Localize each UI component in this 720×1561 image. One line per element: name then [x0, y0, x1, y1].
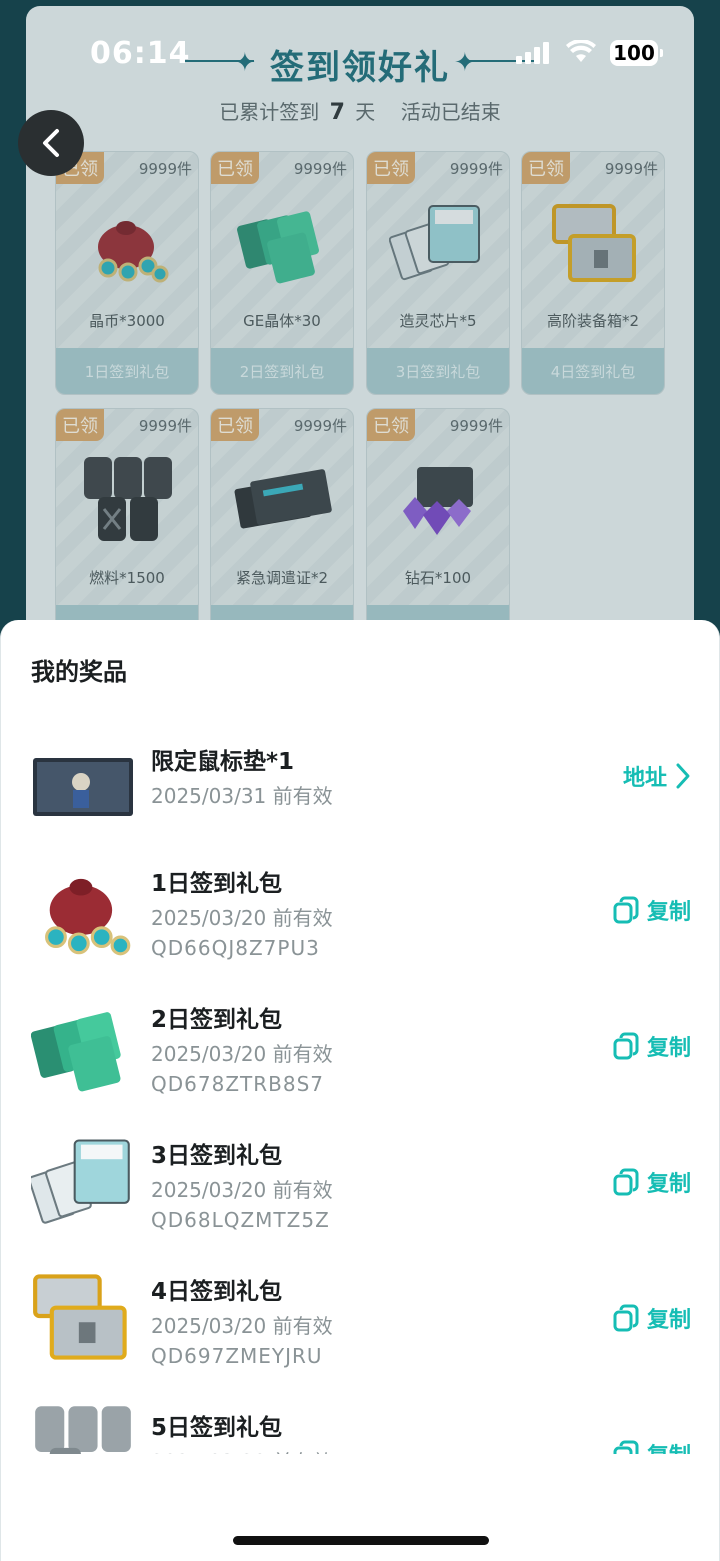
prize-item: 3日签到礼包 2025/03/20 前有效 QD68LQZMTZ5Z 复制	[1, 1128, 719, 1248]
reward-name: GE晶体*30	[243, 312, 321, 330]
claimed-badge: 已领	[367, 409, 415, 441]
reward-name: 造灵芯片*5	[399, 312, 477, 330]
redeem-code: QD66QJ8Z7PU3	[151, 936, 320, 960]
crystal-card-icon	[31, 1012, 121, 1092]
copy-label: 复制	[646, 1308, 691, 1333]
copy-icon	[613, 1032, 639, 1060]
equipment-box-icon	[33, 1274, 127, 1360]
stock-label: 9999件	[604, 160, 658, 178]
prize-name: 2日签到礼包	[151, 1007, 283, 1033]
reward-card-day7[interactable]: 已领 9999件 钻石*100	[366, 408, 510, 652]
reward-footer: 3日签到礼包	[367, 348, 509, 394]
chevron-left-icon	[43, 129, 59, 157]
reward-card-day3[interactable]: 已领 9999件 造灵芯片*5 3日签到礼包	[366, 151, 510, 395]
prize-expiry: 2025/03/20 前有效	[151, 906, 333, 930]
reward-name: 钻石*100	[404, 569, 472, 587]
prize-name: 限定鼠标垫*1	[151, 749, 295, 775]
redeem-code: QD678ZTRB8S7	[151, 1072, 324, 1096]
home-indicator[interactable]	[233, 1536, 489, 1545]
stock-label: 9999件	[449, 160, 503, 178]
address-label: 地址	[622, 766, 667, 791]
status-bar: 06:14 100	[0, 0, 720, 110]
prize-name: 5日签到礼包	[151, 1415, 283, 1441]
back-button[interactable]	[18, 110, 84, 176]
reward-card-day5[interactable]: 已领 9999件 燃料*1500	[55, 408, 199, 652]
stock-label: 9999件	[138, 417, 192, 435]
prize-expiry: 2025/03/20 前有效	[151, 1314, 333, 1338]
prize-item: 4日签到礼包 2025/03/20 前有效 QD697ZMEYJRU 复制	[1, 1264, 719, 1384]
crystal-card-icon	[237, 211, 319, 284]
copy-label: 复制	[647, 1438, 691, 1454]
claimed-badge: 已领	[56, 409, 104, 441]
prize-expiry: 2025/03/20 前有效	[151, 1042, 333, 1066]
fuel-barrel-icon	[84, 457, 172, 541]
copy-button[interactable]: 复制	[613, 1166, 691, 1198]
reward-name: 燃料*1500	[89, 569, 165, 587]
reward-card-day6[interactable]: 已领 9999件 紧急调遣证*2	[210, 408, 354, 652]
status-time: 06:14	[90, 36, 191, 71]
mousepad-icon	[33, 758, 133, 816]
battery-icon: 100	[610, 40, 663, 66]
copy-label: 复制	[646, 900, 691, 925]
prize-expiry: 2025/03/20 前有效	[151, 1178, 333, 1202]
chevron-right-icon	[676, 763, 690, 789]
claimed-badge: 已领	[522, 152, 570, 184]
reward-card-day1[interactable]: 已领 9999件 晶币*3000 1日签到礼包	[55, 151, 199, 395]
copy-label: 复制	[646, 1172, 691, 1197]
copy-button[interactable]: 复制	[613, 1438, 691, 1454]
reward-footer: 1日签到礼包	[56, 348, 198, 394]
fuel-barrel-icon	[35, 1406, 131, 1454]
prize-item: 1日签到礼包 2025/03/20 前有效 QD66QJ8Z7PU3 复制	[1, 856, 719, 976]
my-prizes-sheet: 我的奖品 限定鼠标垫*1 2025/03/31 前有效 地址 1日签到礼包 20…	[0, 620, 720, 1561]
coin-bag-icon	[45, 878, 131, 956]
redeem-code: QD68LQZMTZ5Z	[151, 1208, 330, 1232]
claimed-badge: 已领	[367, 152, 415, 184]
sheet-title: 我的奖品	[31, 658, 127, 686]
reward-footer: 2日签到礼包	[211, 348, 353, 394]
prize-expiry: 2025/03/31 前有效	[151, 784, 333, 808]
address-button[interactable]: 地址	[623, 760, 691, 792]
prize-item: 5日签到礼包 2025/03/20 前有效 复制	[1, 1400, 719, 1454]
reward-name: 紧急调遣证*2	[235, 569, 329, 587]
copy-icon	[613, 1440, 639, 1454]
claimed-badge: 已领	[211, 152, 259, 184]
claimed-badge: 已领	[211, 409, 259, 441]
copy-icon	[613, 1168, 639, 1196]
prize-name: 1日签到礼包	[151, 871, 283, 897]
prize-item: 限定鼠标垫*1 2025/03/31 前有效 地址	[1, 734, 719, 854]
wifi-icon	[566, 40, 596, 62]
chip-card-icon	[389, 205, 480, 281]
prize-name: 4日签到礼包	[151, 1279, 283, 1305]
stock-label: 9999件	[293, 417, 347, 435]
reward-footer: 4日签到礼包	[522, 348, 664, 394]
cellular-signal-icon	[516, 42, 549, 64]
dispatch-card-icon	[234, 469, 332, 529]
reward-name: 晶币*3000	[89, 312, 165, 330]
stock-label: 9999件	[293, 160, 347, 178]
prize-name: 3日签到礼包	[151, 1143, 283, 1169]
redeem-code: QD697ZMEYJRU	[151, 1344, 323, 1368]
copy-icon	[613, 896, 639, 924]
chip-card-icon	[31, 1139, 130, 1224]
copy-button[interactable]: 复制	[613, 894, 691, 926]
equipment-box-icon	[552, 204, 636, 282]
prize-item: 2日签到礼包 2025/03/20 前有效 QD678ZTRB8S7 复制	[1, 992, 719, 1112]
copy-label: 复制	[646, 1036, 691, 1061]
reward-card-day2[interactable]: 已领 9999件 GE晶体*30 2日签到礼包	[210, 151, 354, 395]
copy-button[interactable]: 复制	[613, 1030, 691, 1062]
copy-icon	[613, 1304, 639, 1332]
coin-bag-icon	[98, 221, 169, 283]
stock-label: 9999件	[449, 417, 503, 435]
copy-button[interactable]: 复制	[613, 1302, 691, 1334]
prize-expiry: 2025/03/20 前有效	[151, 1446, 333, 1454]
stock-label: 9999件	[138, 160, 192, 178]
prize-list[interactable]: 限定鼠标垫*1 2025/03/31 前有效 地址 1日签到礼包 2025/03…	[1, 720, 719, 1454]
reward-name: 高阶装备箱*2	[546, 312, 640, 330]
diamond-case-icon	[403, 467, 473, 535]
reward-card-day4[interactable]: 已领 9999件 高阶装备箱*2 4日签到礼包	[521, 151, 665, 395]
